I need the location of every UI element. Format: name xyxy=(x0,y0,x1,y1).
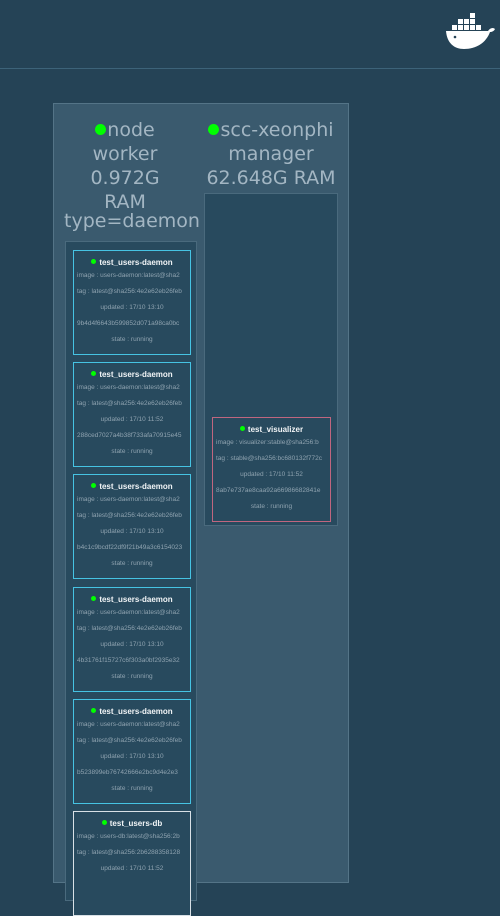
task-image: image : users-daemon:latest@sha2 xyxy=(77,496,180,503)
task-id: b523899eb76742666e2bc9d4e2e3 xyxy=(77,769,178,776)
task-tag: tag : stable@sha256:bc680132f772c xyxy=(216,455,322,462)
task-card-daemon[interactable]: test_users-daemon image : users-daemon:l… xyxy=(73,474,191,579)
task-updated: updated : 17/10 11:52 xyxy=(240,471,303,478)
task-id: 4b31761f15727c6f303a0bf2935e32 xyxy=(77,657,180,664)
node-header-manager: scc-xeonphi manager 62.648G RAM xyxy=(205,118,337,190)
task-state: state : running xyxy=(111,448,153,455)
node-header-worker: node worker 0.972G RAM xyxy=(72,118,178,214)
worker-task-column: test_users-daemon image : users-daemon:l… xyxy=(65,241,197,916)
running-status-dot xyxy=(91,596,97,601)
task-updated: updated : 17/10 13:10 xyxy=(100,753,164,760)
node-role: manager xyxy=(228,143,314,165)
node-name: scc-xeonphi xyxy=(220,119,334,141)
task-name: test_users-daemon xyxy=(99,258,173,267)
task-image: image : visualizer:stable@sha256:b xyxy=(216,439,319,446)
docker-whale-logo-icon xyxy=(446,13,495,49)
task-tag: tag : latest@sha256:4e2e62eb26feb xyxy=(77,512,182,519)
task-tag: tag : latest@sha256:4e2e62eb26feb xyxy=(77,625,182,632)
task-name: test_users-daemon xyxy=(99,707,173,716)
task-tag: tag : latest@sha256:2b6288358128 xyxy=(77,849,181,856)
task-state: state : running xyxy=(111,673,153,680)
task-name: test_visualizer xyxy=(247,425,304,434)
node-role: worker xyxy=(92,143,158,165)
node-status-dot xyxy=(95,124,107,135)
running-status-dot xyxy=(101,820,107,825)
running-status-dot xyxy=(91,483,97,488)
top-bar xyxy=(0,0,500,69)
node-status-dot xyxy=(208,124,220,135)
running-status-dot xyxy=(91,708,97,713)
task-id: b4c1c9bcdf22df9f21b49a3c6154023 xyxy=(77,544,183,551)
task-card-daemon[interactable]: test_users-daemon image : users-daemon:l… xyxy=(73,699,191,804)
task-name: test_users-daemon xyxy=(99,595,173,604)
task-tag: tag : latest@sha256:4e2e62eb26feb xyxy=(77,400,182,407)
task-updated: updated : 17/10 13:10 xyxy=(100,304,164,311)
task-card-daemon[interactable]: test_users-daemon image : users-daemon:l… xyxy=(73,250,191,355)
node-name: node xyxy=(107,119,155,141)
task-state: state : running xyxy=(111,336,153,343)
task-updated: updated : 17/10 13:10 xyxy=(100,528,164,535)
task-name: test_users-daemon xyxy=(99,370,173,379)
running-status-dot xyxy=(239,426,245,431)
task-name: test_users-db xyxy=(109,819,163,828)
task-image: image : users-daemon:latest@sha2 xyxy=(77,721,180,728)
task-image: image : users-daemon:latest@sha2 xyxy=(77,609,180,616)
node-label: type=daemon xyxy=(64,210,200,232)
running-status-dot xyxy=(91,259,97,264)
running-status-dot xyxy=(91,371,97,376)
task-image: image : users-db:latest@sha256:2b xyxy=(77,833,180,840)
swarm-cluster: node worker 0.972G RAM scc-xeonphi manag… xyxy=(53,103,349,916)
task-card-db[interactable]: test_users-db image : users-db:latest@sh… xyxy=(73,811,191,916)
task-state: state : running xyxy=(111,560,153,567)
node-ram: 62.648G RAM xyxy=(206,167,336,189)
task-tag: tag : latest@sha256:4e2e62eb26feb xyxy=(77,737,182,744)
task-id: 8ab7e737ae8caa92a66986682841e xyxy=(216,487,321,494)
task-state: state : running xyxy=(250,503,293,510)
task-updated: updated : 17/10 11:52 xyxy=(100,416,164,423)
task-state: state : running xyxy=(111,785,153,792)
task-card-visualizer[interactable]: test_visualizer image : visualizer:stabl… xyxy=(212,417,331,522)
node-ram: 0.972G RAM xyxy=(90,167,160,213)
task-tag: tag : latest@sha256:4e2e62eb26feb xyxy=(77,288,182,295)
task-id: 288ced7027a4b38f733afa70915e45 xyxy=(77,432,182,439)
task-image: image : users-daemon:latest@sha2 xyxy=(77,272,180,279)
task-updated: updated : 17/10 13:10 xyxy=(100,641,164,648)
task-updated: updated : 17/10 11:52 xyxy=(100,865,164,872)
task-name: test_users-daemon xyxy=(99,482,173,491)
manager-task-column: test_visualizer image : visualizer:stabl… xyxy=(204,193,338,526)
task-card-daemon[interactable]: test_users-daemon image : users-daemon:l… xyxy=(73,362,191,467)
task-id: 9b4d4f6643b599852d071a98ca0bc xyxy=(77,320,180,327)
task-image: image : users-daemon:latest@sha2 xyxy=(77,384,180,391)
task-card-daemon[interactable]: test_users-daemon image : users-daemon:l… xyxy=(73,587,191,692)
